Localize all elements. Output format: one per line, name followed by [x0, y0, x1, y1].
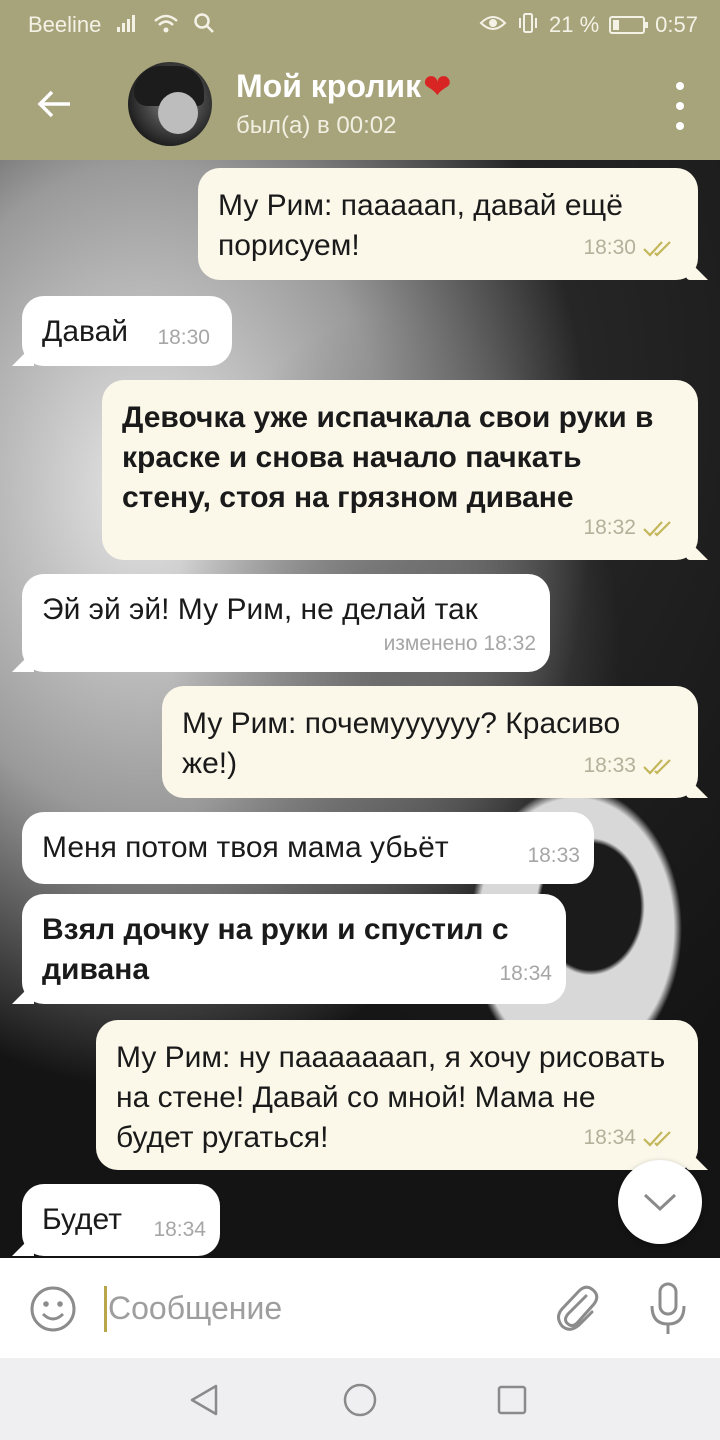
message-outgoing[interactable]: Му Рим: почемуууууу? Красиво же!) 18:33 — [162, 686, 698, 798]
nav-back-button[interactable] — [184, 1380, 224, 1420]
avatar[interactable] — [128, 62, 212, 146]
smiley-icon — [30, 1286, 76, 1332]
message-text: Меня потом твоя мама убьёт — [42, 831, 449, 864]
message-list[interactable]: Му Рим: пааааап, давай ещё порисуем! 18:… — [0, 160, 720, 1258]
paperclip-icon — [557, 1285, 599, 1331]
chat-title[interactable]: Мой кролик ❤ — [236, 68, 452, 105]
message-text: Будет — [42, 1203, 122, 1236]
status-bar: Beeline 21 % 0:57 — [0, 0, 720, 48]
eye-icon — [479, 13, 507, 37]
message-text: Взял дочку на руки и спустил с дивана — [42, 913, 509, 986]
circle-home-icon — [343, 1383, 377, 1417]
battery-icon — [609, 16, 649, 34]
message-meta: 18:33 — [527, 836, 580, 876]
attach-button[interactable] — [552, 1282, 602, 1336]
emoji-button[interactable] — [28, 1284, 78, 1334]
arrow-left-icon — [37, 90, 70, 118]
back-button[interactable] — [24, 76, 84, 132]
message-time: 18:32 — [583, 516, 636, 539]
message-input[interactable] — [104, 1280, 524, 1336]
message-meta: 18:34 — [153, 1210, 206, 1250]
message-outgoing[interactable]: Му Рим: пааааап, давай ещё порисуем! 18:… — [198, 168, 698, 280]
microphone-icon — [650, 1282, 686, 1334]
clock: 0:57 — [655, 12, 698, 37]
message-meta: 18:30 — [583, 228, 676, 268]
more-vertical-icon — [676, 82, 684, 90]
last-seen-status: был(а) в 00:02 — [236, 112, 397, 139]
chat-header: Мой кролик ❤ был(а) в 00:02 — [0, 48, 720, 160]
message-meta: 18:32 — [583, 508, 676, 548]
message-time: 18:33 — [527, 844, 580, 867]
battery-percent: 21 % — [549, 12, 600, 37]
message-outgoing[interactable]: Девочка уже испачкала свои руки в краске… — [102, 380, 698, 560]
menu-dot — [676, 102, 684, 110]
message-text: Му Рим: почемуууууу? Красиво же!) — [182, 707, 621, 780]
voice-message-button[interactable] — [644, 1280, 692, 1338]
chat-title-text: Мой кролик — [236, 68, 422, 104]
message-meta: изменено 18:32 — [384, 624, 536, 664]
message-time: 18:30 — [157, 326, 210, 349]
nav-home-button[interactable] — [340, 1380, 380, 1420]
double-check-icon — [643, 241, 671, 257]
message-text: Эй эй эй! Му Рим, не делай так — [42, 593, 478, 626]
message-time: 18:34 — [153, 1218, 206, 1241]
message-text: Му Рим: пааааап, давай ещё порисуем! — [218, 189, 623, 262]
message-text: Девочка уже испачкала свои руки в краске… — [122, 401, 654, 514]
chevron-down-icon — [643, 1193, 677, 1212]
message-time: изменено 18:32 — [383, 632, 536, 655]
message-incoming[interactable]: Эй эй эй! Му Рим, не делай так изменено … — [22, 574, 550, 672]
message-composer — [0, 1258, 720, 1358]
double-check-icon — [643, 521, 671, 537]
message-time: 18:34 — [499, 962, 552, 985]
double-check-icon — [643, 759, 671, 775]
message-text: Давай — [42, 315, 129, 348]
message-incoming[interactable]: Давай 18:30 — [22, 296, 232, 366]
message-time: 18:33 — [583, 754, 636, 777]
message-incoming[interactable]: Будет 18:34 — [22, 1184, 220, 1256]
heart-icon: ❤ — [423, 67, 452, 106]
scroll-to-bottom-button[interactable] — [618, 1160, 702, 1244]
menu-dot — [676, 122, 684, 130]
message-incoming[interactable]: Взял дочку на руки и спустил с дивана 18… — [22, 894, 566, 1004]
wifi-icon — [153, 13, 179, 37]
message-time: 18:34 — [583, 1126, 636, 1149]
battery-fill — [613, 20, 620, 30]
message-meta: 18:34 — [499, 954, 552, 994]
triangle-back-icon — [190, 1384, 218, 1416]
nav-recents-button[interactable] — [494, 1382, 530, 1418]
signal-icon — [115, 13, 139, 37]
vibrate-icon — [517, 12, 539, 38]
message-meta: 18:34 — [583, 1118, 676, 1158]
avatar-face — [158, 92, 198, 134]
message-outgoing[interactable]: Му Рим: ну пааааааап, я хочу рисовать на… — [96, 1020, 698, 1170]
search-icon — [193, 12, 215, 38]
square-recents-icon — [497, 1385, 527, 1415]
more-menu-button[interactable] — [672, 82, 688, 130]
message-meta: 18:33 — [583, 746, 676, 786]
message-incoming[interactable]: Меня потом твоя мама убьёт 18:33 — [22, 812, 594, 884]
double-check-icon — [643, 1131, 671, 1147]
message-meta: 18:30 — [157, 318, 210, 358]
carrier-name: Beeline — [28, 12, 102, 37]
message-time: 18:30 — [583, 236, 636, 259]
system-navigation-bar — [0, 1358, 720, 1440]
